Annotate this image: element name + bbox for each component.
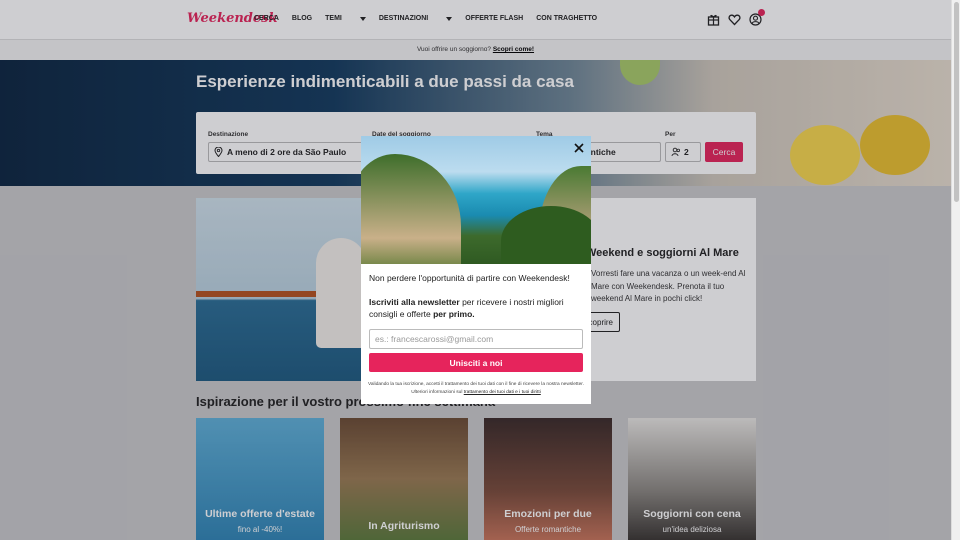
page-scrollbar[interactable]	[951, 0, 960, 540]
newsletter-modal: Non perdere l'opportunità di partire con…	[361, 136, 591, 404]
modal-intro: Non perdere l'opportunità di partire con…	[369, 273, 570, 283]
subscribe-bold: Iscriviti alla newsletter	[369, 297, 460, 307]
join-button[interactable]: Unisciti a noi	[369, 353, 583, 372]
close-icon[interactable]	[572, 141, 586, 155]
privacy-link[interactable]: trattamento dei tuoi dati e i tuoi dirit…	[464, 390, 541, 395]
cliff-left	[361, 154, 461, 264]
pine-trees	[501, 206, 591, 264]
modal-subscribe-text: Iscriviti alla newsletter per ricevere i…	[369, 296, 584, 320]
scrollbar-thumb[interactable]	[954, 2, 959, 202]
email-field[interactable]	[369, 329, 583, 349]
page: Weekendesk CERCA BLOG TEMI DESTINAZIONI …	[0, 0, 960, 540]
modal-coast-image	[361, 136, 591, 264]
legal-note: Validando la tua iscrizione, accetti il …	[367, 381, 585, 397]
subscribe-end: per primo.	[433, 309, 475, 319]
